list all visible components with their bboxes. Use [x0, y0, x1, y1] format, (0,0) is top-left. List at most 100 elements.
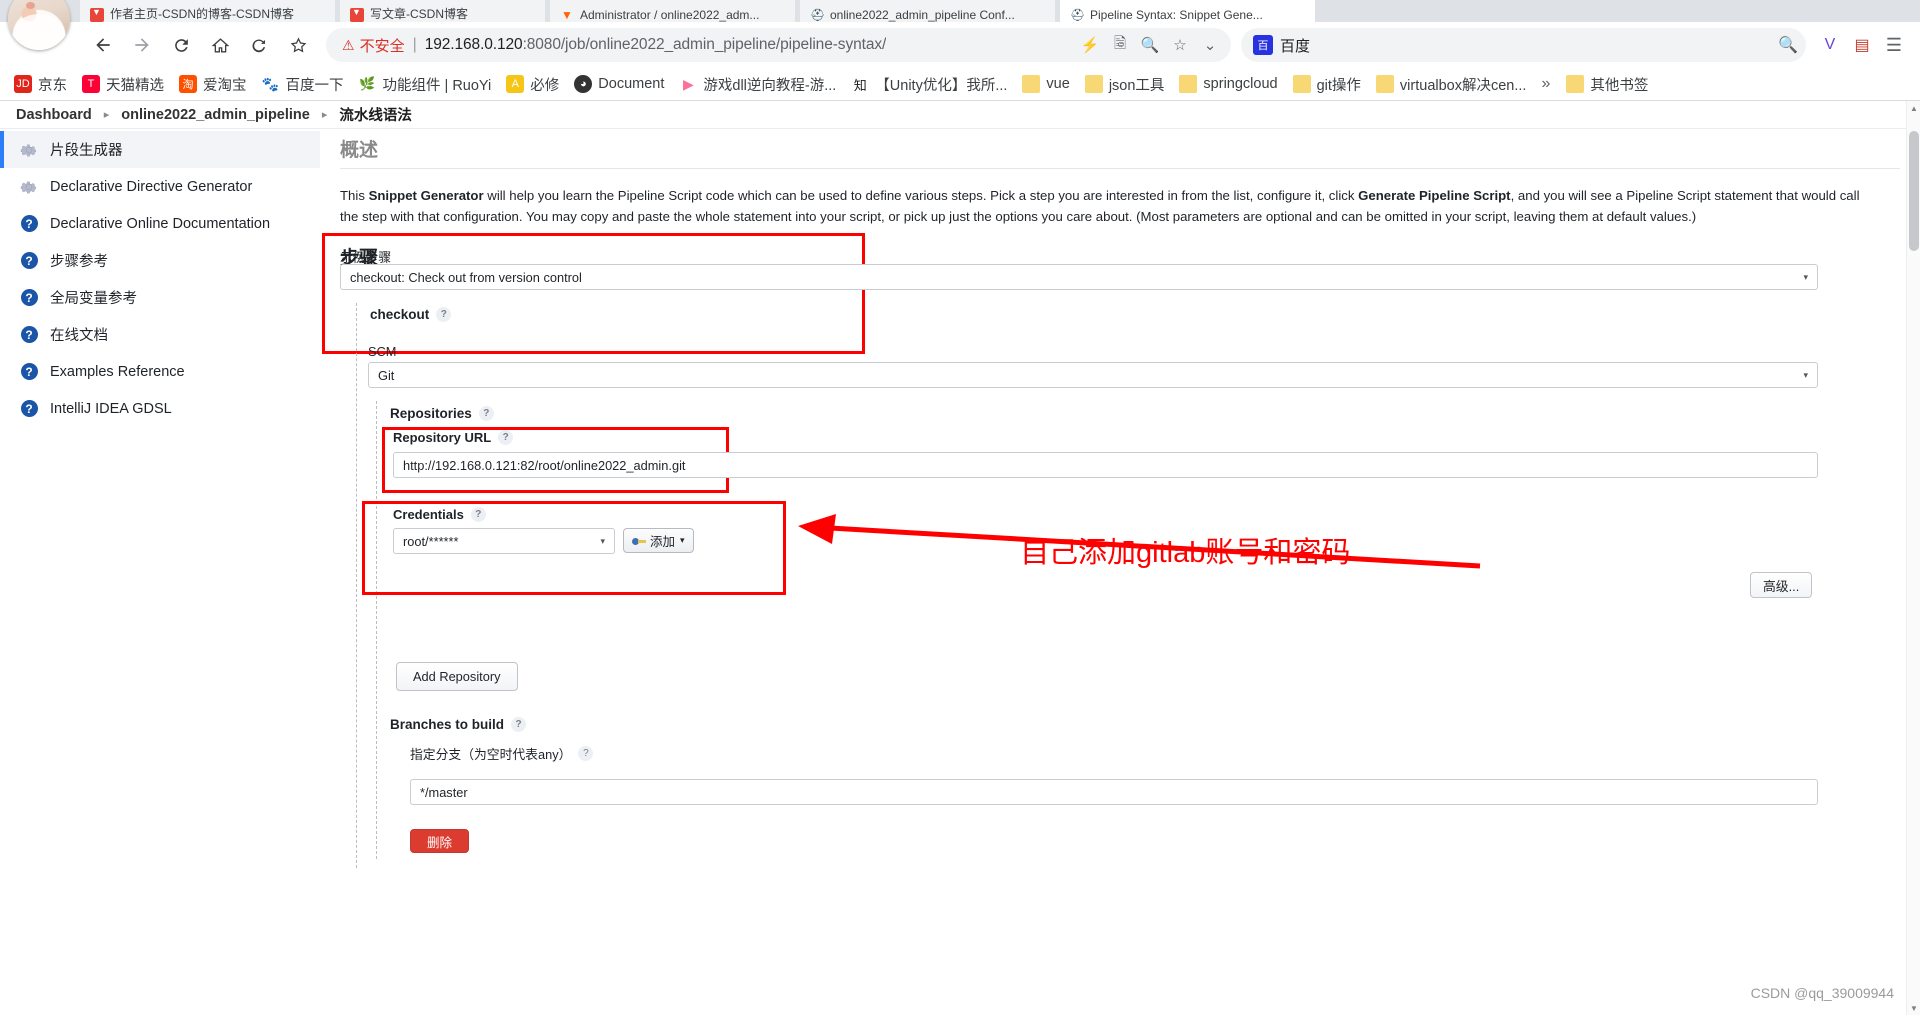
bookmark-label: 百度一下 [285, 77, 344, 94]
breadcrumb: Dashboard ▸ online2022_admin_pipeline ▸ … [0, 101, 1920, 129]
browser-toolbar: ⚠ 不安全 | 192.168.0.120:8080/job/online202… [0, 22, 1920, 68]
browser-tab[interactable]: 写文章-CSDN博客 [340, 0, 545, 22]
bookmark-item[interactable]: JD 京东 [14, 74, 67, 95]
url-text: 192.168.0.120:8080/job/online2022_admin_… [425, 36, 886, 54]
zoom-icon[interactable]: 🔍 [1135, 30, 1165, 60]
bookmark-item[interactable]: ▶ 游戏dll逆向教程-游... [679, 74, 836, 95]
bookmark-folder[interactable]: git操作 [1292, 74, 1361, 95]
bookmark-folder[interactable]: springcloud [1179, 75, 1278, 93]
menu-icon[interactable]: ☰ [1878, 29, 1910, 61]
breadcrumb-current[interactable]: 流水线语法 [339, 104, 412, 125]
sidebar-item-intellij-idea-gdsl[interactable]: ? IntelliJ IDEA GDSL [0, 390, 320, 427]
branches-label-text: Branches to build [390, 717, 505, 732]
help-icon[interactable]: ? [578, 746, 594, 761]
bookmarks-overflow-button[interactable]: » [1541, 75, 1550, 93]
bookmark-item[interactable]: 淘爱淘宝 [179, 74, 247, 95]
repositories-label-text: Repositories [390, 406, 472, 421]
reload-icon[interactable] [164, 28, 198, 62]
sidebar-item-declarative-online-documentation[interactable]: ? Declarative Online Documentation [0, 205, 320, 242]
sidebar-item-snippet-generator[interactable]: 片段生成器 [0, 131, 320, 168]
help-icon: ? [18, 250, 40, 272]
branch-specifier-label: 指定分支（为空时代表any） ? [410, 744, 594, 763]
bookmark-item[interactable]: 🐾 百度一下 [261, 74, 344, 95]
bookmark-item[interactable]: T 天猫精选 [82, 74, 164, 95]
browser-tab[interactable]: ⛑ online2022_admin_pipeline Conf... [800, 0, 1055, 22]
help-icon[interactable]: ? [498, 430, 514, 445]
address-bar[interactable]: ⚠ 不安全 | 192.168.0.120:8080/job/online202… [326, 28, 1231, 62]
sidebar-item-online-documentation[interactable]: ? 在线文档 [0, 316, 320, 353]
scroll-up-arrow-icon[interactable]: ▲ [1907, 101, 1920, 115]
help-icon[interactable]: ? [478, 406, 494, 421]
pdf-extension-icon[interactable]: ▤ [1846, 29, 1878, 61]
help-icon[interactable]: ? [470, 507, 486, 522]
intro-paragraph: This Snippet Generator will help you lea… [320, 169, 1920, 227]
forward-arrow-icon[interactable] [125, 28, 159, 62]
back-arrow-icon[interactable] [86, 28, 120, 62]
help-icon[interactable]: ? [436, 307, 452, 322]
lightning-icon[interactable]: ⚡ [1075, 30, 1105, 60]
delete-button[interactable]: 删除 [410, 829, 470, 853]
chevron-down-icon[interactable]: ⌄ [1195, 30, 1225, 60]
credentials-label-text: Credentials [393, 507, 464, 522]
home-icon[interactable] [203, 28, 237, 62]
advanced-button[interactable]: 高级... [1750, 572, 1813, 598]
breadcrumb-dashboard[interactable]: Dashboard [16, 107, 92, 123]
v-extension-icon[interactable]: V [1814, 29, 1846, 61]
checkout-section-label: checkout ? [370, 307, 452, 322]
star-icon[interactable] [281, 28, 315, 62]
bookmark-label: git操作 [1316, 77, 1361, 94]
browser-tab-active[interactable]: ⛑ Pipeline Syntax: Snippet Gene... [1060, 0, 1315, 22]
bookmark-label: springcloud [1203, 76, 1278, 92]
intro-text-a: This [340, 188, 369, 203]
sidebar-item-global-variable-reference[interactable]: ? 全局变量参考 [0, 279, 320, 316]
translate-icon[interactable]: 🗟 [1105, 30, 1135, 60]
bookmark-item[interactable]: 🌿 功能组件 | RuoYi [358, 74, 491, 95]
zhihu-icon: 知 [851, 75, 870, 93]
sample-step-select[interactable]: checkout: Check out from version control… [340, 264, 1818, 290]
help-icon: ? [18, 213, 40, 235]
security-indicator[interactable]: ⚠ 不安全 [342, 35, 405, 56]
bookmark-item[interactable]: A 必修 [506, 74, 559, 95]
bookmark-label: 京东 [38, 77, 67, 94]
page-scrollbar[interactable]: ▲ ▼ [1906, 101, 1920, 1015]
chevron-down-icon: ▾ [600, 535, 605, 546]
gear-icon [18, 139, 40, 161]
sidebar-item-examples-reference[interactable]: ? Examples Reference [0, 353, 320, 390]
bilibili-icon: ▶ [679, 75, 698, 93]
tmall-icon: T [82, 75, 100, 93]
other-bookmarks-folder[interactable]: 其他书签 [1566, 74, 1648, 95]
sidebar-item-declarative-directive-generator[interactable]: Declarative Directive Generator [0, 168, 320, 205]
omnibox-divider: | [412, 36, 417, 53]
search-icon[interactable]: 🔍 [1778, 35, 1798, 55]
browser-tab[interactable]: ▼ Administrator / online2022_adm... [550, 0, 795, 22]
breadcrumb-job[interactable]: online2022_admin_pipeline [121, 107, 310, 123]
bookmark-folder[interactable]: virtualbox解决cen... [1375, 74, 1526, 95]
sidebar-item-label: 全局变量参考 [50, 291, 137, 307]
sidebar: 片段生成器 Declarative Directive Generator ? … [0, 129, 320, 1015]
repository-url-input[interactable]: http://192.168.0.121:82/root/online2022_… [393, 452, 1818, 478]
screenshot-root: 作者主页-CSDN的博客-CSDN博客 写文章-CSDN博客 ▼ Adminis… [0, 0, 1920, 1015]
bookmark-item[interactable]: ◕ Document [574, 75, 664, 93]
scrollbar-thumb[interactable] [1909, 131, 1919, 251]
intro-line-2: the step with that configuration. You ma… [340, 209, 1697, 224]
help-icon: ? [18, 398, 40, 420]
sidebar-item-label: IntelliJ IDEA GDSL [50, 400, 172, 417]
bookmark-folder[interactable]: vue [1022, 75, 1070, 93]
history-back-icon[interactable] [242, 28, 276, 62]
help-icon[interactable]: ? [511, 717, 527, 732]
star-outline-icon[interactable]: ☆ [1165, 30, 1195, 60]
credentials-select[interactable]: root/****** ▾ [393, 528, 615, 554]
bookmark-folder[interactable]: json工具 [1084, 74, 1164, 95]
bookmark-label: 天猫精选 [106, 77, 164, 94]
search-box[interactable]: 百 百度 🔍 [1241, 28, 1806, 62]
bookmark-item[interactable]: 知【Unity优化】我所... [851, 74, 1007, 95]
advanced-label: 高级... [1763, 578, 1800, 594]
sidebar-item-step-reference[interactable]: ? 步骤参考 [0, 242, 320, 279]
add-repository-button[interactable]: Add Repository [396, 662, 518, 691]
browser-tab[interactable]: 作者主页-CSDN的博客-CSDN博客 [80, 0, 335, 22]
branch-specifier-input[interactable]: */master [410, 779, 1818, 805]
add-credentials-button[interactable]: 添加 ▾ [623, 528, 694, 553]
chevron-right-icon: ▸ [321, 109, 328, 121]
scroll-down-arrow-icon[interactable]: ▼ [1907, 1001, 1920, 1015]
scm-select[interactable]: Git ▾ [368, 362, 1818, 388]
